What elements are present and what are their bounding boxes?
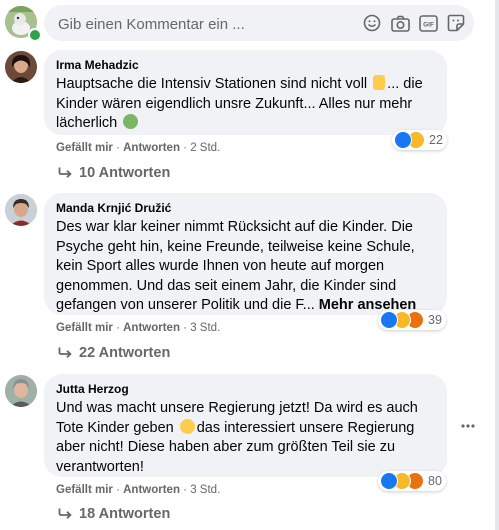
commenter-avatar[interactable] xyxy=(5,51,37,83)
view-replies-button[interactable]: 18 Antworten xyxy=(58,506,170,522)
like-reaction-icon xyxy=(394,131,412,149)
reply-link[interactable]: Antworten xyxy=(123,142,180,154)
comment-meta: Gefällt mir · Antworten · 3 Std. xyxy=(56,322,221,334)
reply-link[interactable]: Antworten xyxy=(123,322,180,334)
online-status-indicator xyxy=(28,28,42,42)
smiley-icon[interactable] xyxy=(362,13,382,33)
timestamp[interactable]: 3 Std. xyxy=(190,322,220,334)
reaction-summary[interactable]: 39 xyxy=(378,310,446,330)
more-options-icon[interactable] xyxy=(458,418,478,434)
timestamp[interactable]: 3 Std. xyxy=(190,484,220,496)
comment-author[interactable]: Irma Mehadzic xyxy=(56,58,139,72)
thumbs-up-emoji xyxy=(373,75,386,90)
comment-composer[interactable]: GIF xyxy=(44,5,474,43)
reaction-summary[interactable]: 22 xyxy=(392,130,447,150)
commenter-avatar[interactable] xyxy=(5,375,37,407)
reaction-summary[interactable]: 80 xyxy=(378,471,446,491)
camera-icon[interactable] xyxy=(390,13,410,33)
gif-icon[interactable]: GIF xyxy=(418,13,438,33)
timestamp[interactable]: 2 Std. xyxy=(190,142,220,154)
comment-text: Und was macht unsere Regierung jetzt! Da… xyxy=(56,400,418,475)
view-replies-button[interactable]: 10 Antworten xyxy=(58,165,170,181)
svg-text:GIF: GIF xyxy=(423,21,434,28)
comment-bubble: Jutta Herzog Und was macht unsere Regier… xyxy=(44,374,447,477)
like-reaction-icon xyxy=(380,472,398,490)
commenter-avatar[interactable] xyxy=(5,194,37,226)
scrollbar[interactable] xyxy=(495,0,499,530)
comment-input[interactable] xyxy=(56,5,360,43)
nauseated-face-emoji xyxy=(123,114,139,130)
comment-text: Hauptsache die Intensiv Stationen sind n… xyxy=(56,75,423,132)
comment-text: Des war klar keiner nimmt Rücksicht auf … xyxy=(56,219,417,314)
comment-meta: Gefällt mir · Antworten · 2 Std. xyxy=(56,142,221,154)
comment-bubble: Irma Mehadzic Hauptsache die Intensiv St… xyxy=(44,50,447,135)
reply-link[interactable]: Antworten xyxy=(123,484,180,496)
reply-arrow-icon xyxy=(58,508,72,519)
like-link[interactable]: Gefällt mir xyxy=(56,484,113,496)
like-reaction-icon xyxy=(380,311,398,329)
comment-bubble: Manda Krnjić Družić Des war klar keiner … xyxy=(44,193,447,315)
sad-face-emoji xyxy=(179,418,195,434)
comment-meta: Gefällt mir · Antworten · 3 Std. xyxy=(56,484,221,496)
view-replies-button[interactable]: 22 Antworten xyxy=(58,345,170,361)
like-link[interactable]: Gefällt mir xyxy=(56,142,113,154)
reply-arrow-icon xyxy=(58,347,72,358)
like-link[interactable]: Gefällt mir xyxy=(56,322,113,334)
comment-author[interactable]: Jutta Herzog xyxy=(56,382,129,396)
reply-arrow-icon xyxy=(58,167,72,178)
comment-author[interactable]: Manda Krnjić Družić xyxy=(56,201,171,215)
sticker-icon[interactable] xyxy=(446,13,466,33)
